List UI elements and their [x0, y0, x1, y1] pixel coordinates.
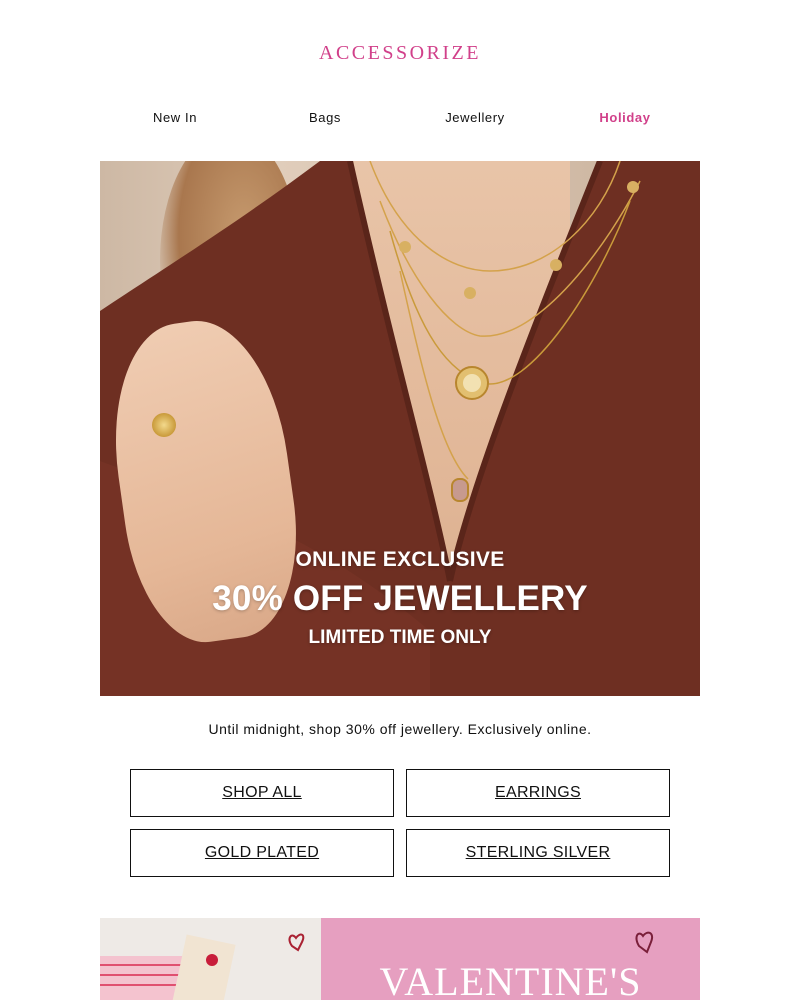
valentines-product-image	[100, 918, 321, 1000]
main-nav: New In Bags Jewellery Holiday	[100, 110, 700, 125]
sterling-silver-button[interactable]: STERLING SILVER	[406, 829, 670, 877]
earrings-button[interactable]: EARRINGS	[406, 769, 670, 817]
valentines-gift-illustration	[100, 933, 305, 1000]
hero-banner[interactable]: ONLINE EXCLUSIVE 30% OFF JEWELLERY LIMIT…	[100, 161, 700, 696]
valentines-title: VALENTINE'S	[379, 959, 642, 1000]
nav-item-bags[interactable]: Bags	[250, 110, 400, 125]
hero-ring	[152, 413, 176, 437]
hero-kicker: ONLINE EXCLUSIVE	[295, 548, 505, 571]
valentines-banner[interactable]: VALENTINE'S	[100, 918, 700, 1000]
promo-tagline: Until midnight, shop 30% off jewellery. …	[208, 721, 592, 737]
hero-subtitle: LIMITED TIME ONLY	[308, 627, 492, 648]
nav-item-holiday[interactable]: Holiday	[550, 110, 700, 125]
shop-all-button[interactable]: SHOP ALL	[130, 769, 394, 817]
gold-plated-button[interactable]: GOLD PLATED	[130, 829, 394, 877]
hero-title: 30% OFF JEWELLERY	[212, 579, 588, 618]
nav-item-jewellery[interactable]: Jewellery	[400, 110, 550, 125]
brand-logo[interactable]: ACCESSORIZE	[0, 42, 800, 65]
nav-item-new-in[interactable]: New In	[100, 110, 250, 125]
category-buttons: SHOP ALL EARRINGS GOLD PLATED STERLING S…	[130, 769, 670, 877]
